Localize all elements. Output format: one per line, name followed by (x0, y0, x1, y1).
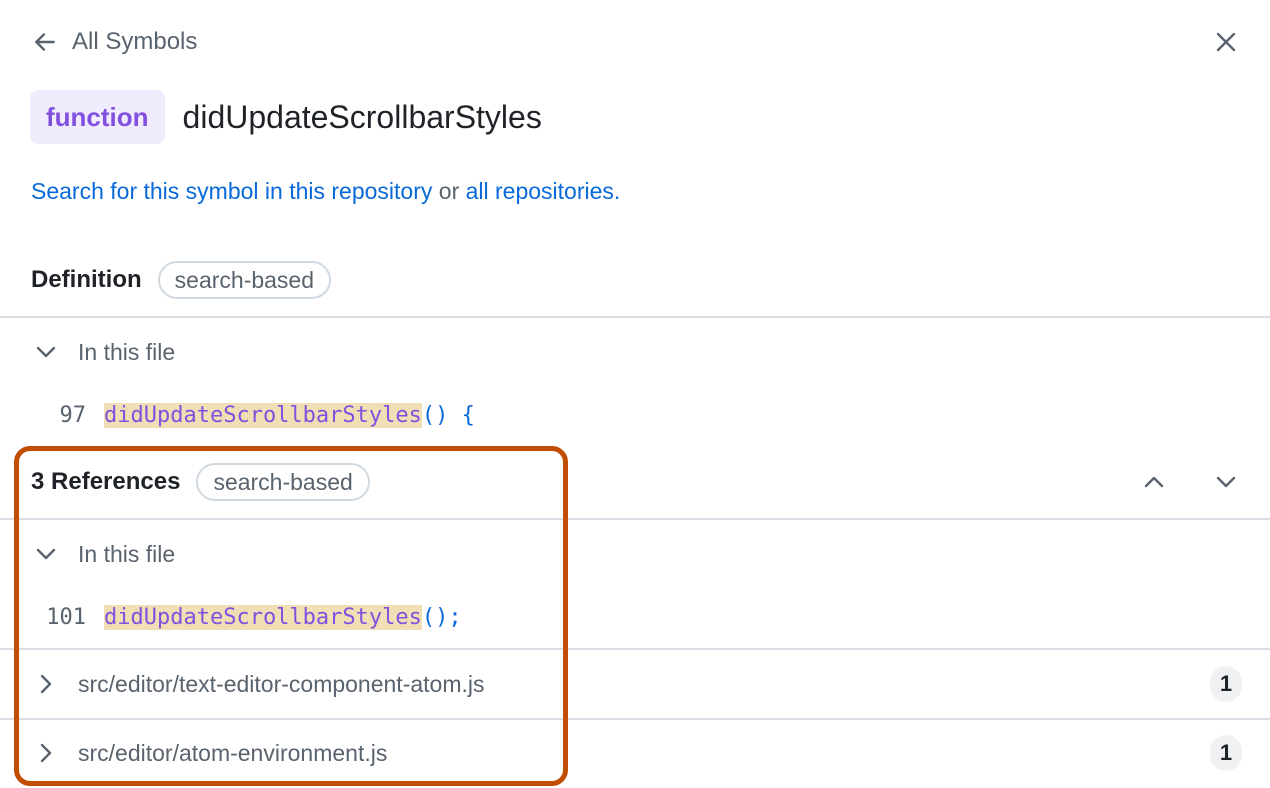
divider (0, 316, 1270, 318)
symbol-match-highlight: didUpdateScrollbarStyles (104, 604, 422, 630)
references-search-based-badge: search-based (196, 463, 370, 501)
references-header: 3 References search-based (31, 462, 370, 502)
reference-count-badge: 1 (1210, 666, 1242, 702)
divider (0, 648, 1270, 650)
back-to-all-symbols-button[interactable]: All Symbols (32, 24, 197, 60)
group-label: In this file (78, 338, 176, 365)
chevron-down-icon (1216, 476, 1236, 488)
symbol-match-highlight: didUpdateScrollbarStyles (104, 402, 422, 428)
definition-group-in-this-file[interactable]: In this file (34, 332, 175, 372)
back-label: All Symbols (72, 28, 198, 55)
definition-code-line[interactable]: 97 didUpdateScrollbarStyles() { (30, 398, 475, 432)
reference-code-line[interactable]: 101 didUpdateScrollbarStyles(); (30, 600, 462, 634)
arrow-left-icon (35, 33, 55, 51)
search-separator: or (432, 178, 466, 204)
line-number: 97 (59, 402, 87, 428)
previous-reference-button[interactable] (1138, 466, 1170, 498)
symbol-kind-badge: function (30, 90, 165, 144)
reference-file-row[interactable]: src/editor/text-editor-component-atom.js… (34, 662, 1244, 706)
code-rest: () { (421, 402, 475, 428)
reference-count-badge: 1 (1210, 735, 1242, 771)
symbol-title: function didUpdateScrollbarStyles (30, 90, 542, 144)
definition-search-based-badge: search-based (157, 261, 332, 299)
close-icon (1216, 32, 1236, 52)
chevron-right-icon (40, 743, 52, 763)
divider (0, 518, 1270, 520)
definition-header: Definition search-based (31, 260, 332, 300)
close-button[interactable] (1210, 26, 1242, 58)
search-links: Search for this symbol in this repositor… (31, 178, 620, 205)
chevron-down-icon (36, 346, 56, 358)
next-reference-button[interactable] (1210, 466, 1242, 498)
divider (0, 718, 1270, 720)
chevron-right-icon (40, 674, 52, 694)
search-all-repositories-link[interactable]: all repositories. (466, 178, 621, 204)
references-title: 3 References (31, 468, 181, 495)
code-rest: (); (421, 604, 462, 630)
chevron-up-icon (1144, 476, 1164, 488)
references-group-in-this-file[interactable]: In this file (34, 534, 175, 574)
reference-file-row[interactable]: src/editor/atom-environment.js 1 (34, 731, 1244, 775)
definition-title: Definition (31, 266, 142, 293)
file-path: src/editor/atom-environment.js (78, 739, 388, 766)
code-snippet: didUpdateScrollbarStyles(); (104, 604, 462, 630)
group-label: In this file (78, 540, 176, 567)
search-in-repository-link[interactable]: Search for this symbol in this repositor… (31, 178, 432, 204)
line-number: 101 (46, 604, 86, 630)
file-path: src/editor/text-editor-component-atom.js (78, 670, 485, 697)
chevron-down-icon (36, 548, 56, 560)
symbol-name: didUpdateScrollbarStyles (182, 98, 542, 135)
code-snippet: didUpdateScrollbarStyles() { (104, 402, 475, 428)
